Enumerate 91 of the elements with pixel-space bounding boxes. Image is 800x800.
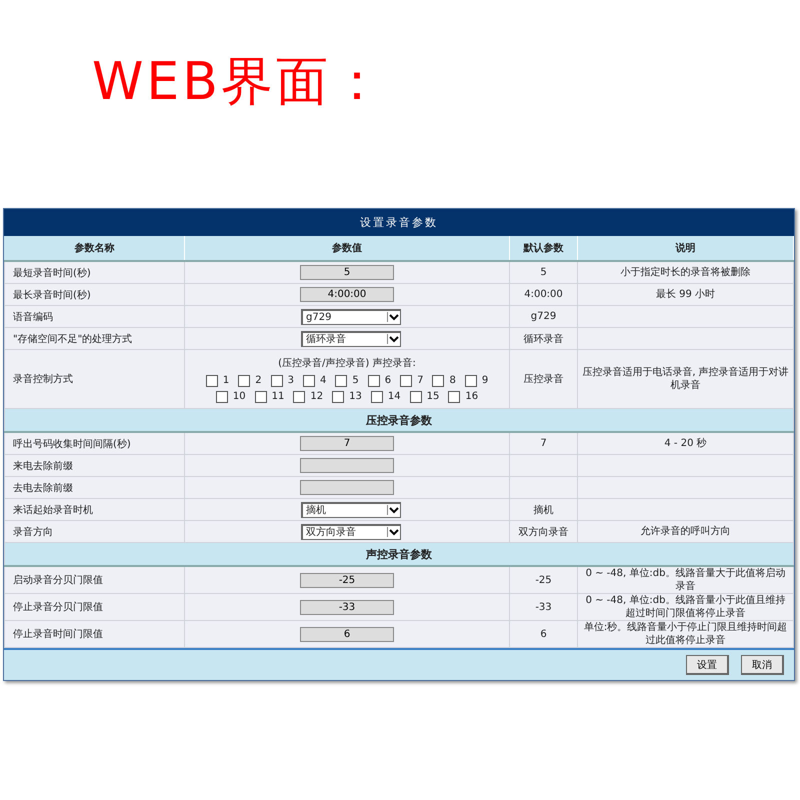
checkbox[interactable] (216, 390, 228, 402)
checkbox[interactable] (270, 374, 283, 386)
input-field[interactable] (300, 480, 394, 495)
checkbox-label: 9 (482, 375, 488, 386)
checkbox-label: 5 (352, 375, 359, 386)
column-header: 参数值 (184, 236, 510, 261)
checkbox-label: 12 (310, 391, 324, 402)
table-cell: "存储空间不足"的处理方式 (4, 328, 184, 350)
input-field[interactable]: 4:00:00 (300, 287, 394, 302)
table-cell: 最长录音时间(秒) (4, 284, 184, 306)
checkbox-label: 16 (465, 391, 478, 402)
checkbox-label: 15 (426, 391, 440, 402)
table-cell: 6 (540, 628, 547, 640)
table-cell: 5 (540, 267, 547, 278)
table-cell: 录音控制方式 (4, 350, 184, 408)
section-header: 声控录音参数 (4, 542, 794, 566)
table-cell: 来电去除前缀 (4, 454, 184, 476)
option-caption: (压控录音/声控录音) 声控录音: (278, 356, 416, 370)
table-cell: 语音编码 (4, 306, 184, 328)
input-field[interactable]: -25 (300, 572, 394, 588)
dropdown[interactable]: g729 (301, 308, 401, 324)
checkbox-label: 13 (349, 391, 362, 402)
checkbox[interactable] (293, 390, 306, 402)
table-cell: g729 (530, 311, 556, 322)
checkbox[interactable] (302, 374, 315, 386)
input-field[interactable]: 7 (300, 436, 394, 451)
table-cell: 压控录音 (524, 374, 564, 385)
checkbox[interactable] (400, 374, 412, 386)
checkbox[interactable] (335, 374, 348, 386)
checkbox-label: 7 (417, 375, 424, 386)
input-field[interactable] (300, 458, 394, 473)
checkbox[interactable] (254, 390, 267, 402)
table-cell: 4:00:00 (524, 289, 563, 300)
checkbox[interactable] (238, 374, 250, 386)
checkbox-label: 14 (388, 391, 401, 402)
checkbox-label: 11 (272, 391, 284, 402)
checkbox[interactable] (432, 374, 444, 386)
checkbox-label: 10 (232, 391, 246, 402)
caret-icon (387, 312, 400, 322)
table-cell: 启动录音分贝门限值 (4, 566, 184, 594)
page-heading: WEB界面： (92, 51, 386, 114)
dropdown[interactable]: 循环录音 (301, 330, 401, 346)
table-cell: 允许录音的呼叫方向 (640, 526, 730, 537)
dropdown[interactable]: 摘机 (301, 502, 401, 518)
table-cell: 最长 99 小时 (656, 289, 716, 300)
action-button[interactable]: 设置 (686, 655, 729, 675)
table-cell: 最短录音时间(秒) (4, 261, 184, 284)
table-cell: 停止录音时间门限值 (4, 620, 184, 648)
checkbox-label: 6 (384, 375, 392, 386)
table-cell: 来话起始录音时机 (4, 498, 184, 520)
column-header: 默认参数 (510, 236, 578, 261)
checkbox-label: 4 (320, 375, 326, 386)
table-cell: 呼出号码收集时间间隔(秒) (4, 432, 184, 454)
table-cell: 循环录音 (524, 334, 564, 344)
panel-title: 设置录音参数 (4, 209, 794, 236)
table-cell: 4 - 20 秒 (664, 438, 707, 449)
table-cell: 小于指定时长的录音将被删除 (620, 267, 750, 278)
caret-icon (387, 334, 400, 344)
input-field[interactable]: 5 (300, 265, 394, 280)
table-cell: 单位:秒。线路音量小于停止门限且维持时间超过此值将停止录音 (584, 622, 788, 646)
checkbox[interactable] (448, 390, 460, 402)
checkbox-label: 1 (222, 375, 230, 386)
table-cell: 压控录音适用于电话录音, 声控录音适用于对讲机录音 (582, 367, 789, 391)
section-header: 压控录音参数 (4, 408, 794, 432)
table-cell: 7 (540, 438, 547, 449)
input-field[interactable]: 6 (300, 626, 394, 642)
table-cell: -25 (535, 574, 552, 586)
checkbox-label: 3 (288, 375, 294, 386)
checkbox[interactable] (410, 390, 422, 402)
column-header: 说明 (578, 236, 794, 261)
action-button[interactable]: 取消 (741, 655, 784, 675)
table-cell: 摘机 (534, 504, 554, 516)
table-cell: 停止录音分贝门限值 (4, 594, 184, 620)
checkbox[interactable] (206, 374, 218, 386)
table-cell: 双方向录音 (518, 526, 568, 538)
table-cell: -33 (535, 602, 552, 612)
dropdown[interactable]: 双方向录音 (301, 524, 401, 540)
column-header: 参数名称 (4, 236, 184, 261)
input-field[interactable]: -33 (300, 600, 394, 614)
table-cell: 去电去除前缀 (4, 476, 184, 498)
checkbox[interactable] (368, 374, 380, 386)
checkbox-label: 8 (449, 375, 456, 386)
checkbox[interactable] (464, 374, 477, 386)
checkbox[interactable] (370, 390, 383, 402)
table-cell: 录音方向 (4, 520, 184, 542)
checkbox[interactable] (332, 390, 344, 402)
caret-icon (387, 527, 400, 537)
caret-icon (387, 505, 400, 515)
table-cell: 0 ~ -48, 单位:db。线路音量大于此值将启动录音 (586, 568, 786, 592)
table-cell: 0 ~ -48, 单位:db。线路音量小于此值且维持超过时间门限值将停止录音 (586, 595, 786, 619)
checkbox-label: 2 (255, 375, 262, 386)
